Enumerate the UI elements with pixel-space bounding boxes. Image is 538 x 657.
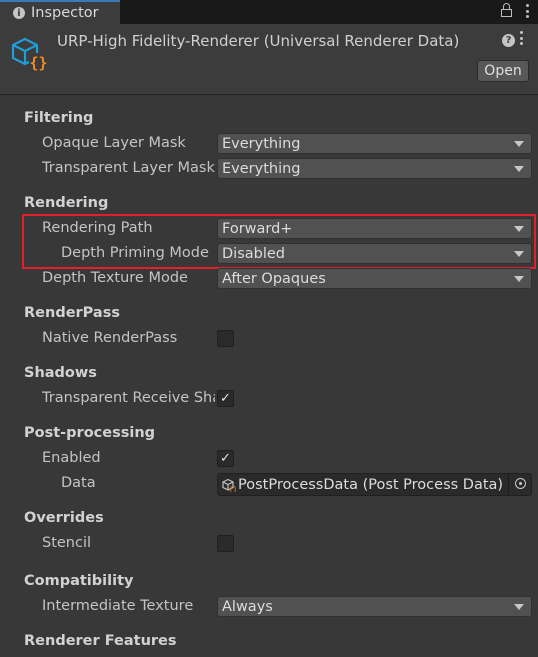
section-filtering[interactable]: Filtering — [24, 110, 93, 126]
pp-enabled-checkbox[interactable]: ✓ — [217, 450, 234, 467]
native-renderpass-label: Native RenderPass — [42, 330, 178, 346]
section-overrides[interactable]: Overrides — [24, 510, 104, 526]
section-compatibility[interactable]: Compatibility — [24, 573, 133, 589]
dropdown-arrow-icon — [514, 166, 524, 172]
transparent-receive-shadows-checkbox[interactable]: ✓ — [217, 390, 234, 407]
transparent-layer-mask-value: Everything — [222, 160, 301, 177]
pp-data-value: PostProcessData (Post Process Data) — [238, 476, 504, 493]
dropdown-arrow-icon — [514, 604, 524, 610]
intermediate-texture-value: Always — [222, 598, 273, 615]
native-renderpass-checkbox[interactable] — [217, 330, 234, 347]
check-icon: ✓ — [220, 391, 231, 406]
section-post-processing[interactable]: Post-processing — [24, 425, 155, 441]
depth-priming-mode-dropdown[interactable]: Disabled — [217, 243, 532, 264]
help-icon[interactable]: ? — [502, 34, 515, 47]
tab-menu-icon[interactable] — [526, 4, 530, 18]
dropdown-arrow-icon — [514, 141, 524, 147]
transparent-receive-shadows-label: Transparent Receive Shadows — [42, 390, 215, 406]
check-icon: ✓ — [220, 451, 231, 466]
tab-inspector[interactable]: i Inspector — [0, 0, 120, 24]
picker-separator — [508, 474, 509, 495]
object-picker-icon[interactable] — [515, 478, 526, 489]
stencil-label: Stencil — [42, 535, 92, 551]
dropdown-arrow-icon — [514, 276, 524, 282]
opaque-layer-mask-label: Opaque Layer Mask — [42, 135, 186, 151]
depth-texture-mode-dropdown[interactable]: After Opaques — [217, 268, 532, 289]
depth-texture-mode-value: After Opaques — [222, 270, 326, 287]
dropdown-arrow-icon — [514, 226, 524, 232]
section-rendering[interactable]: Rendering — [24, 195, 108, 211]
depth-texture-mode-label: Depth Texture Mode — [42, 270, 188, 286]
post-process-data-icon: {} — [222, 478, 236, 492]
info-icon: i — [13, 7, 25, 19]
intermediate-texture-label: Intermediate Texture — [42, 598, 194, 614]
dropdown-arrow-icon — [514, 251, 524, 257]
context-menu-icon[interactable] — [520, 31, 524, 45]
opaque-layer-mask-dropdown[interactable]: Everything — [217, 133, 532, 154]
intermediate-texture-dropdown[interactable]: Always — [217, 596, 532, 617]
lock-icon[interactable] — [501, 3, 512, 18]
svg-text:{}: {} — [229, 485, 236, 492]
rendering-path-label: Rendering Path — [42, 220, 153, 236]
section-renderer-features[interactable]: Renderer Features — [24, 633, 177, 649]
tab-bar: i Inspector — [0, 0, 538, 24]
pp-data-label: Data — [61, 475, 96, 491]
tab-inspector-label: Inspector — [31, 5, 99, 21]
pp-data-object-field[interactable]: {} PostProcessData (Post Process Data) — [217, 473, 532, 496]
stencil-checkbox[interactable] — [217, 535, 234, 552]
transparent-layer-mask-dropdown[interactable]: Everything — [217, 158, 532, 179]
tab-actions — [501, 3, 530, 18]
asset-title: URP-High Fidelity-Renderer (Universal Re… — [57, 32, 460, 50]
section-shadows[interactable]: Shadows — [24, 365, 97, 381]
renderer-data-asset-icon: {} — [11, 37, 48, 72]
pp-enabled-label: Enabled — [42, 450, 101, 466]
section-renderpass[interactable]: RenderPass — [24, 305, 120, 321]
opaque-layer-mask-value: Everything — [222, 135, 301, 152]
inspector-header: {} URP-High Fidelity-Renderer (Universal… — [0, 24, 538, 95]
rendering-path-value: Forward+ — [222, 220, 293, 237]
rendering-path-dropdown[interactable]: Forward+ — [217, 218, 532, 239]
transparent-layer-mask-label: Transparent Layer Mask — [42, 160, 215, 176]
open-button[interactable]: Open — [477, 60, 529, 82]
svg-text:{}: {} — [29, 54, 47, 72]
depth-priming-mode-value: Disabled — [222, 245, 285, 262]
depth-priming-mode-label: Depth Priming Mode — [61, 245, 209, 261]
